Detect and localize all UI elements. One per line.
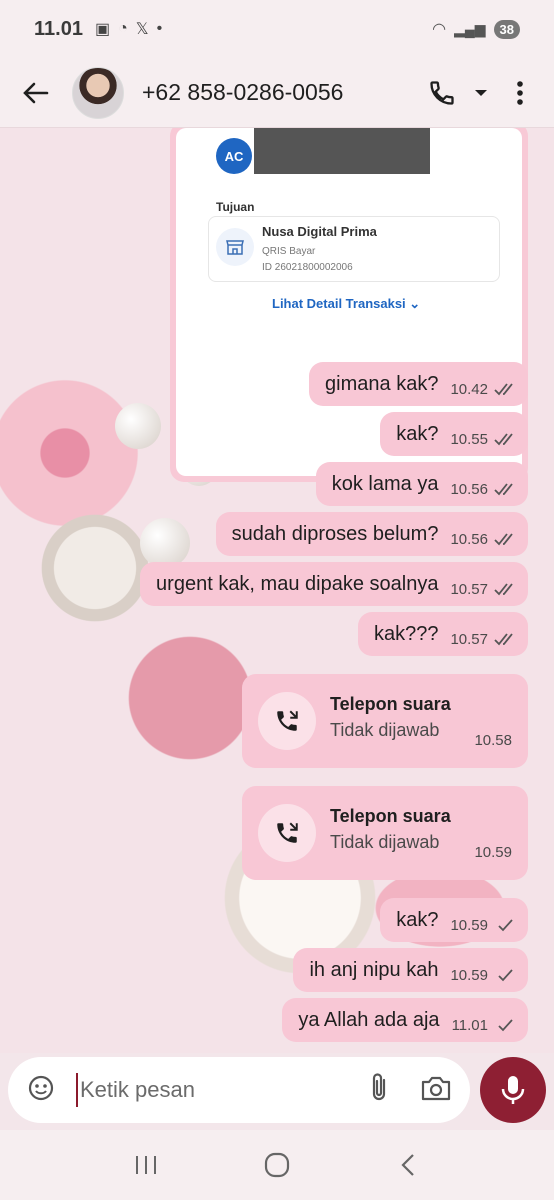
message-time: 10.42 (450, 380, 488, 398)
single-check-icon (498, 969, 513, 982)
double-check-icon (494, 633, 513, 646)
message-text: ya Allah ada aja (298, 1008, 440, 1031)
header-actions (426, 77, 536, 109)
message-time: 10.58 (474, 732, 512, 749)
single-check-icon (498, 1019, 513, 1032)
missed-call-icon (258, 804, 316, 862)
message-bubble[interactable]: kak??? 10.57 (357, 612, 528, 656)
signal-icon: ▂▄▆ (454, 20, 486, 37)
whatsapp-icon: ◔ (118, 20, 128, 37)
message-time: 10.56 (450, 480, 488, 498)
single-check-icon (498, 919, 513, 932)
wallpaper-shell (40, 508, 150, 628)
message-bubble[interactable]: kak? 10.55 (380, 412, 528, 456)
wallpaper-pearl (140, 518, 190, 568)
tujuan-label: Tujuan (216, 200, 255, 214)
message-text: kok lama ya (331, 472, 439, 495)
message-text: sudah diproses belum? (231, 522, 439, 545)
microphone-button[interactable] (480, 1057, 546, 1123)
message-bubble[interactable]: kok lama ya 10.56 (315, 462, 528, 506)
input-placeholder: Ketik pesan (80, 1077, 195, 1102)
text-cursor (76, 1073, 78, 1107)
chat-header: +62 858-0286-0056 (0, 58, 554, 128)
message-time: 10.57 (450, 580, 488, 598)
back-nav-icon[interactable] (388, 1145, 428, 1185)
screenshot-icon: ▣ (94, 21, 111, 38)
message-time: 10.59 (450, 916, 488, 934)
transaction-detail-link: Lihat Detail Transaksi ⌄ (272, 296, 421, 311)
microphone-icon (501, 1076, 525, 1104)
double-check-icon (494, 533, 513, 546)
message-text: urgent kak, mau dipake soalnya (156, 572, 439, 595)
double-check-icon (494, 383, 513, 396)
contact-name[interactable]: +62 858-0286-0056 (142, 79, 343, 106)
message-bubble[interactable]: ya Allah ada aja 11.01 (282, 998, 528, 1042)
input-actions (368, 1072, 452, 1109)
x-icon: 𝕏 (135, 21, 149, 38)
wallpaper-pearl (115, 403, 161, 449)
message-bubble[interactable]: ih anj nipu kah 10.59 (293, 948, 528, 992)
missed-call-icon (258, 692, 316, 750)
call-status: Tidak dijawab (330, 720, 440, 740)
message-time: 10.56 (450, 530, 488, 548)
composer-bar: Ketik pesan (0, 1055, 554, 1130)
redacted-block (254, 128, 430, 174)
home-icon[interactable] (257, 1145, 297, 1185)
chat-area[interactable]: AC Tujuan Nusa Digital Prima QRIS Bayar … (0, 128, 554, 1053)
status-bar: 11.01 ▣ ◔ 𝕏 • ◠ ▂▄▆ 38 (0, 0, 554, 58)
message-bubble[interactable]: kak? 10.59 (380, 898, 528, 942)
missed-call-bubble[interactable]: Telepon suara Tidak dijawab 10.58 (242, 674, 528, 768)
account-badge: AC (216, 138, 252, 174)
message-time: 10.55 (450, 430, 488, 448)
missed-call-bubble[interactable]: Telepon suara Tidak dijawab 10.59 (242, 786, 528, 880)
destination-name: Nusa Digital Prima (262, 224, 377, 239)
message-text: gimana kak? (325, 372, 439, 395)
message-text: kak??? (373, 622, 439, 645)
message-bubble[interactable]: gimana kak? 10.42 (309, 362, 528, 406)
destination-type: QRIS Bayar (262, 246, 316, 257)
attachment-icon[interactable] (368, 1072, 390, 1109)
message-time: 10.57 (450, 630, 488, 648)
battery-badge: 38 (493, 19, 520, 39)
call-title: Telepon suara (330, 806, 451, 826)
avatar[interactable] (72, 66, 124, 119)
more-options-icon[interactable] (504, 77, 536, 109)
message-time: 11.01 (451, 1016, 488, 1034)
double-check-icon (494, 583, 513, 596)
status-time: 11.01 (34, 17, 83, 40)
status-icons: ▣ ◔ 𝕏 • (95, 19, 162, 39)
message-time: 10.59 (474, 844, 512, 861)
message-bubble[interactable]: sudah diproses belum? 10.56 (215, 512, 528, 556)
double-check-icon (494, 483, 513, 496)
message-text: kak? (396, 422, 439, 445)
sticker-icon[interactable] (26, 1073, 56, 1108)
message-text: ih anj nipu kah (309, 958, 439, 981)
call-title: Telepon suara (330, 694, 451, 714)
wifi-icon: ◠ (432, 21, 447, 38)
message-time: 10.59 (450, 966, 488, 984)
message-text: kak? (396, 908, 439, 931)
chevron-down-icon[interactable] (472, 77, 490, 109)
status-right: ◠ ▂▄▆ 38 (432, 19, 520, 39)
back-arrow-icon[interactable] (18, 75, 54, 111)
double-check-icon (494, 433, 513, 446)
dot-icon: • (156, 20, 163, 37)
destination-id: ID 26021800002006 (262, 262, 353, 273)
message-input[interactable]: Ketik pesan (8, 1057, 470, 1123)
camera-icon[interactable] (420, 1074, 452, 1107)
call-status: Tidak dijawab (330, 832, 440, 852)
store-icon (216, 228, 254, 266)
system-nav-bar (0, 1130, 554, 1200)
recent-apps-icon[interactable] (126, 1145, 166, 1185)
phone-call-button[interactable] (426, 77, 458, 109)
message-bubble[interactable]: urgent kak, mau dipake soalnya 10.57 (140, 562, 528, 606)
